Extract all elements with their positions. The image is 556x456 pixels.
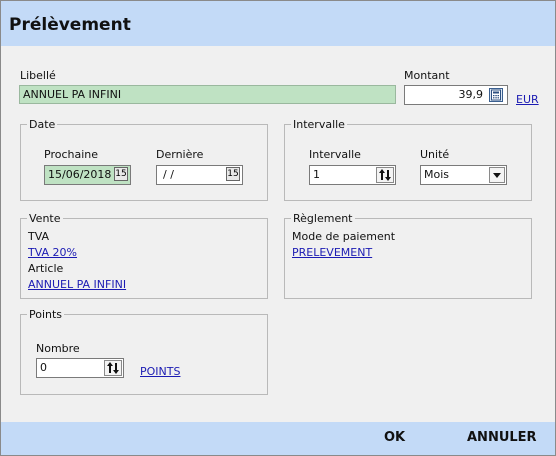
montant-label: Montant <box>404 69 450 82</box>
derniere-date-value: / / <box>163 168 174 181</box>
tva-link[interactable]: TVA 20% <box>28 246 77 259</box>
calendar-icon[interactable]: 15 <box>114 167 128 181</box>
nombre-value: 0 <box>40 361 47 374</box>
dialog-title: Prélèvement <box>9 15 131 35</box>
footer-bar: OK ANNULER <box>1 422 555 455</box>
vente-group: Vente TVA TVA 20% Article ANNUEL PA INFI… <box>20 212 268 299</box>
dialog-window: Prélèvement Libellé ANNUEL PA INFINI Mon… <box>0 0 556 456</box>
tva-label: TVA <box>28 230 50 243</box>
intervalle-value: 1 <box>313 168 320 181</box>
calculator-icon[interactable] <box>489 88 503 102</box>
reglement-legend: Règlement <box>291 212 355 225</box>
calendar-icon[interactable]: 15 <box>226 167 240 181</box>
vente-legend: Vente <box>27 212 63 225</box>
montant-value: 39,9 <box>458 88 484 101</box>
libelle-field[interactable]: ANNUEL PA INFINI <box>19 85 396 104</box>
nombre-label: Nombre <box>36 342 80 355</box>
intervalle-label: Intervalle <box>309 148 361 161</box>
prochaine-label: Prochaine <box>44 148 99 161</box>
ok-button[interactable]: OK <box>384 430 405 446</box>
currency-link[interactable]: EUR <box>516 93 539 106</box>
date-legend: Date <box>27 118 58 131</box>
prochaine-date-value: 15/06/2018 <box>48 168 112 181</box>
cancel-button[interactable]: ANNULER <box>467 430 537 446</box>
unite-label: Unité <box>420 148 450 161</box>
title-bar: Prélèvement <box>1 1 555 46</box>
date-group: Date Prochaine 15/06/2018 15 Dernière / … <box>20 118 268 201</box>
spin-arrows-icon[interactable] <box>376 167 394 183</box>
intervalle-stepper[interactable]: 1 <box>309 165 396 185</box>
spin-arrows-icon[interactable] <box>104 360 122 376</box>
derniere-label: Dernière <box>156 148 204 161</box>
montant-field[interactable]: 39,9 <box>404 85 508 105</box>
reglement-group: Règlement Mode de paiement PRELEVEMENT <box>284 212 532 299</box>
unite-select[interactable]: Mois <box>420 165 507 185</box>
points-legend: Points <box>27 308 65 321</box>
chevron-down-icon[interactable] <box>489 167 505 183</box>
libelle-label: Libellé <box>20 69 56 82</box>
unite-value: Mois <box>424 168 450 181</box>
points-group: Points Nombre 0 POINTS <box>20 308 268 395</box>
mode-paiement-link[interactable]: PRELEVEMENT <box>292 246 372 259</box>
intervalle-group: Intervalle Intervalle 1 Unité Mois <box>284 118 532 201</box>
mode-paiement-label: Mode de paiement <box>292 230 396 243</box>
points-link[interactable]: POINTS <box>140 365 180 378</box>
article-label: Article <box>28 262 64 275</box>
nombre-stepper[interactable]: 0 <box>36 358 124 378</box>
article-link[interactable]: ANNUEL PA INFINI <box>28 278 126 291</box>
prochaine-date-field[interactable]: 15/06/2018 15 <box>44 165 131 185</box>
intervalle-legend: Intervalle <box>291 118 347 131</box>
derniere-date-field[interactable]: / / 15 <box>156 165 243 185</box>
